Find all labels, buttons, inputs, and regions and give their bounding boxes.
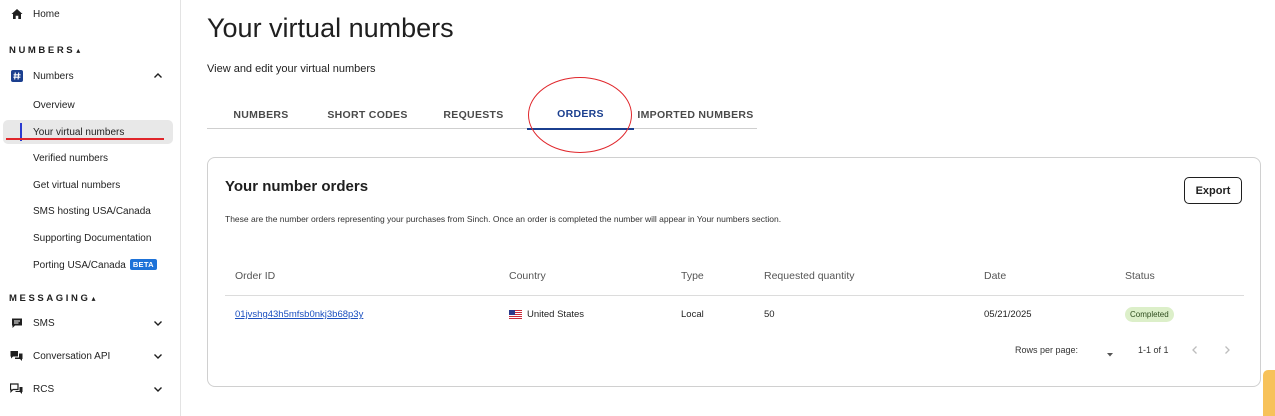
rows-per-page-label: Rows per page:	[1015, 345, 1079, 355]
card-title: Your number orders	[225, 178, 369, 195]
column-header-type[interactable]: Type	[681, 270, 704, 282]
sidebar-item-rcs[interactable]: RCS	[0, 381, 181, 397]
quantity-cell: 50	[764, 309, 775, 320]
card-description: These are the number orders representing…	[225, 214, 782, 224]
date-cell: 05/21/2025	[984, 309, 1032, 320]
sidebar-item-supporting-documentation[interactable]: Supporting Documentation	[0, 230, 181, 246]
rows-per-page-dropdown[interactable]	[1105, 346, 1115, 357]
home-icon	[10, 8, 23, 21]
pagination-range: 1-1 of 1	[1138, 345, 1169, 355]
section-header-label: NUMBERS	[9, 45, 76, 56]
sidebar-item-label: Porting USA/Canada BETA	[33, 259, 157, 271]
orders-card: Your number orders These are the number …	[207, 157, 1261, 387]
chevron-left-icon	[1192, 346, 1197, 354]
sidebar-item-home[interactable]: Home	[0, 6, 181, 22]
previous-page-button[interactable]	[1189, 344, 1201, 356]
sidebar-item-conversation-api[interactable]: Conversation API	[0, 348, 181, 364]
caret-down-icon	[1107, 353, 1113, 357]
sidebar-item-label: RCS	[33, 383, 55, 395]
export-button[interactable]: Export	[1184, 177, 1242, 204]
sidebar-item-label: Home	[33, 8, 60, 20]
tab-imported-numbers[interactable]: IMPORTED NUMBERS	[634, 100, 757, 129]
tab-bar: NUMBERS SHORT CODES REQUESTS ORDERS IMPO…	[207, 100, 757, 130]
sidebar-item-porting[interactable]: Porting USA/Canada BETA	[0, 257, 181, 273]
chat-bubble-icon	[10, 317, 23, 330]
chevron-down-icon	[153, 384, 163, 394]
table-divider	[225, 295, 1244, 296]
section-header-messaging[interactable]: MESSAGING▴	[9, 293, 95, 304]
tab-requests[interactable]: REQUESTS	[420, 100, 527, 129]
sidebar-item-sms-hosting[interactable]: SMS hosting USA/Canada	[0, 203, 181, 219]
next-page-button[interactable]	[1221, 344, 1233, 356]
page-title: Your virtual numbers	[207, 13, 454, 43]
column-header-status[interactable]: Status	[1125, 270, 1155, 282]
sidebar-item-label: SMS hosting USA/Canada	[33, 205, 151, 217]
sidebar-item-label: Overview	[33, 99, 75, 111]
page-subtitle: View and edit your virtual numbers	[207, 63, 376, 75]
sidebar-group-numbers[interactable]: Numbers	[0, 68, 181, 84]
column-header-date[interactable]: Date	[984, 270, 1006, 282]
column-header-requested-quantity[interactable]: Requested quantity	[764, 270, 854, 282]
sidebar-item-label: Conversation API	[33, 350, 111, 362]
sidebar-item-get-virtual-numbers[interactable]: Get virtual numbers	[0, 177, 181, 193]
chevron-up-icon	[153, 71, 163, 81]
caret-up-icon: ▴	[76, 46, 81, 55]
chevron-down-icon	[153, 318, 163, 328]
order-id-link[interactable]: 01jvshg43h5mfsb0nkj3b68p3y	[235, 309, 363, 320]
chevron-down-icon	[153, 351, 163, 361]
sidebar-item-label: Get virtual numbers	[33, 179, 121, 191]
us-flag-icon	[509, 310, 522, 319]
country-label: United States	[527, 309, 585, 320]
sidebar-item-label: Verified numbers	[33, 152, 109, 164]
type-cell: Local	[681, 309, 704, 320]
conversation-icon	[10, 350, 23, 363]
hash-icon	[10, 70, 23, 83]
chevron-right-icon	[1225, 346, 1230, 354]
section-header-numbers[interactable]: NUMBERS▴	[9, 45, 80, 56]
tab-orders[interactable]: ORDERS	[527, 100, 634, 130]
column-header-order-id[interactable]: Order ID	[235, 270, 275, 282]
sidebar-item-overview[interactable]: Overview	[0, 97, 181, 113]
rcs-chat-icon	[10, 383, 23, 396]
status-badge: Completed	[1125, 307, 1174, 322]
caret-up-icon: ▴	[91, 294, 96, 303]
feedback-tab[interactable]	[1263, 370, 1275, 416]
annotation-underline	[6, 138, 164, 140]
sidebar-item-label: Your virtual numbers	[33, 126, 125, 138]
beta-badge: BETA	[129, 259, 157, 270]
sidebar: Home NUMBERS▴ Numbers Overview Your virt…	[0, 0, 181, 416]
tab-numbers[interactable]: NUMBERS	[207, 100, 315, 129]
sidebar-item-label: SMS	[33, 317, 55, 329]
sidebar-group-label: Numbers	[33, 70, 74, 82]
sidebar-item-sms[interactable]: SMS	[0, 315, 181, 331]
sidebar-item-label: Supporting Documentation	[33, 232, 152, 244]
section-header-label: MESSAGING	[9, 293, 91, 304]
column-header-country[interactable]: Country	[509, 270, 546, 282]
country-cell: United States	[509, 309, 584, 320]
tab-short-codes[interactable]: SHORT CODES	[315, 100, 420, 129]
sidebar-item-verified-numbers[interactable]: Verified numbers	[0, 150, 181, 166]
sidebar-item-text: Porting USA/Canada	[33, 260, 126, 271]
